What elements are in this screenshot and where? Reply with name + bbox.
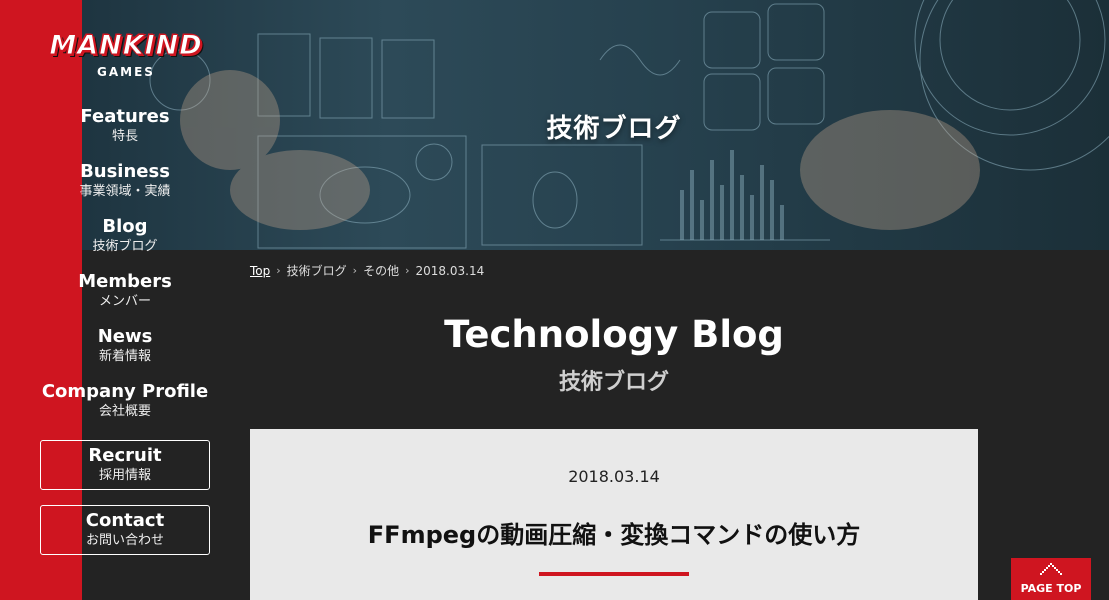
nav-label-jp: 特長 <box>111 129 138 144</box>
nav-label-jp: 事業領域・実績 <box>79 184 171 199</box>
breadcrumb-current: 2018.03.14 <box>415 263 485 278</box>
nav-label-en: News <box>97 326 153 347</box>
chevron-right-icon: › <box>276 264 281 277</box>
nav-item-members[interactable]: Members メンバー <box>40 269 210 324</box>
title-underline-divider <box>539 572 689 576</box>
page: 技術ブログ MANKIND GAMES Features 特長 Business… <box>0 0 1109 600</box>
nav-label-en: Company Profile <box>41 381 209 402</box>
chevron-right-icon: › <box>352 264 358 277</box>
contact-button[interactable]: Contact お問い合わせ <box>40 505 210 555</box>
contact-label-jp: お問い合わせ <box>85 533 164 548</box>
article-date: 2018.03.14 <box>568 467 660 486</box>
logo-subtext: GAMES <box>97 65 155 79</box>
page-subtitle: 技術ブログ <box>558 370 669 395</box>
chevron-right-icon: › <box>405 264 410 277</box>
nav-label-en: Blog <box>102 216 148 237</box>
recruit-label-en: Recruit <box>88 445 162 466</box>
contact-label-en: Contact <box>85 510 165 531</box>
logo-wordmark: MANKIND <box>49 30 203 62</box>
nav-label-jp: 新着情報 <box>98 349 151 364</box>
main-nav: Features 特長 Business 事業領域・実績 Blog 技術ブログ … <box>40 104 210 434</box>
nav-item-blog[interactable]: Blog 技術ブログ <box>40 214 210 269</box>
arrow-up-icon <box>1040 563 1062 575</box>
nav-label-en: Members <box>78 271 172 292</box>
nav-label-jp: メンバー <box>98 294 151 309</box>
page-top-label: PAGE TOP <box>1020 582 1082 595</box>
article-title: FFmpegの動画圧縮・変換コマンドの使い方 <box>367 521 861 549</box>
nav-item-features[interactable]: Features 特長 <box>40 104 210 159</box>
nav-item-news[interactable]: News 新着情報 <box>40 324 210 379</box>
breadcrumb-item[interactable]: 技術ブログ <box>287 262 347 279</box>
article-card: 2018.03.14 FFmpegの動画圧縮・変換コマンドの使い方 <box>250 429 978 600</box>
hero-title: 技術ブログ <box>546 114 682 144</box>
page-title: Technology Blog <box>444 313 784 356</box>
breadcrumb-item[interactable]: その他 <box>363 262 399 279</box>
nav-label-en: Business <box>80 161 170 182</box>
nav-label-jp: 会社概要 <box>98 404 151 419</box>
breadcrumb: Top › 技術ブログ › その他 › 2018.03.14 <box>250 262 484 279</box>
site-logo[interactable]: MANKIND GAMES <box>28 30 224 84</box>
nav-label-en: Features <box>80 106 170 127</box>
nav-label-jp: 技術ブログ <box>92 239 158 254</box>
nav-item-business[interactable]: Business 事業領域・実績 <box>40 159 210 214</box>
recruit-label-jp: 採用情報 <box>98 468 151 483</box>
page-top-button[interactable]: PAGE TOP <box>1011 558 1091 600</box>
recruit-button[interactable]: Recruit 採用情報 <box>40 440 210 490</box>
nav-item-company-profile[interactable]: Company Profile 会社概要 <box>40 379 210 434</box>
breadcrumb-top-link[interactable]: Top <box>250 264 270 278</box>
